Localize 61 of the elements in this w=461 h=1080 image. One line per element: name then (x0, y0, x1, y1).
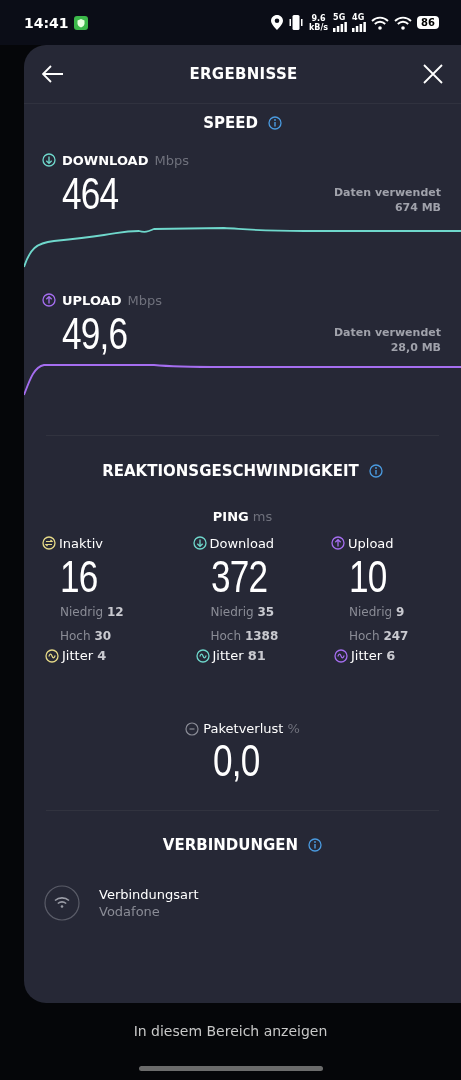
speed-value: 49,6 (62, 311, 128, 357)
high-value: Hoch 1388 (210, 628, 279, 645)
speed-value: 464 (62, 171, 119, 217)
wifi-icon (44, 885, 80, 921)
wave-icon (45, 648, 59, 663)
ping-label: PING (212, 509, 249, 524)
signal-icon (333, 21, 348, 32)
high-value: Hoch 30 (60, 628, 112, 645)
unit-label: % (287, 721, 300, 736)
ping-type-label: Download (209, 535, 275, 551)
section-title: REAKTIONSGESCHWINDIGKEIT (102, 462, 359, 480)
low-value: Niedrig 9 (349, 604, 405, 621)
screen-title: ERGEBNISSE (189, 65, 298, 83)
location-icon (270, 15, 283, 30)
wave-icon (334, 648, 348, 663)
wave-icon (195, 648, 210, 663)
network-type: 5G (333, 13, 346, 22)
high-value: Hoch 247 (349, 628, 409, 645)
back-button[interactable] (40, 63, 66, 85)
info-icon[interactable] (368, 464, 383, 478)
low-value: Niedrig 12 (60, 604, 124, 621)
ping-type-label: Inaktiv (59, 535, 103, 551)
unit-label: ms (252, 509, 273, 524)
section-title: VERBINDUNGEN (162, 836, 299, 854)
vibrate-icon (287, 15, 304, 30)
ping-value: 16 (60, 554, 98, 600)
wifi-icon (394, 15, 413, 30)
ping-type-label: Upload (348, 535, 394, 551)
connection-label: Verbindungsart (99, 887, 199, 902)
shield-icon (73, 15, 88, 30)
jitter-value: Jitter 4 (62, 648, 107, 663)
data-used: Daten verwendet 28,0 MB (333, 325, 441, 355)
packet-loss-label: Paketverlust (203, 721, 284, 736)
connection-value: Vodafone (99, 904, 161, 919)
info-icon[interactable] (267, 116, 282, 130)
unit-label: Mbps (154, 152, 189, 168)
section-title: SPEED (203, 114, 258, 132)
low-value: Niedrig 35 (210, 604, 275, 621)
close-button[interactable] (421, 62, 445, 86)
down-arrow-icon (42, 153, 56, 167)
network-speed: 9.6 kB/s (308, 13, 329, 32)
signal-icon (352, 21, 367, 32)
footer-text: In diesem Bereich anzeigen (133, 1023, 328, 1039)
jitter-value: Jitter 6 (351, 648, 396, 663)
packet-loss-value: 0,0 (213, 738, 260, 784)
up-arrow-icon (331, 536, 345, 550)
clock: 14:41 (24, 14, 69, 31)
ping-value: 372 (210, 554, 267, 600)
jitter-value: Jitter 81 (212, 648, 266, 663)
test-label: UPLOAD (62, 292, 122, 308)
data-used: Daten verwendet 674 MB (333, 185, 441, 215)
test-label: DOWNLOAD (62, 152, 149, 168)
info-icon[interactable] (308, 838, 323, 852)
swap-icon (42, 536, 56, 550)
up-arrow-icon (42, 293, 56, 307)
network-type: 4G (352, 13, 365, 22)
unit-label: Mbps (127, 292, 162, 308)
battery-level: 86 (417, 16, 439, 29)
ping-value: 10 (349, 554, 387, 600)
minus-circle-icon (185, 721, 200, 736)
wifi-icon (371, 15, 390, 30)
